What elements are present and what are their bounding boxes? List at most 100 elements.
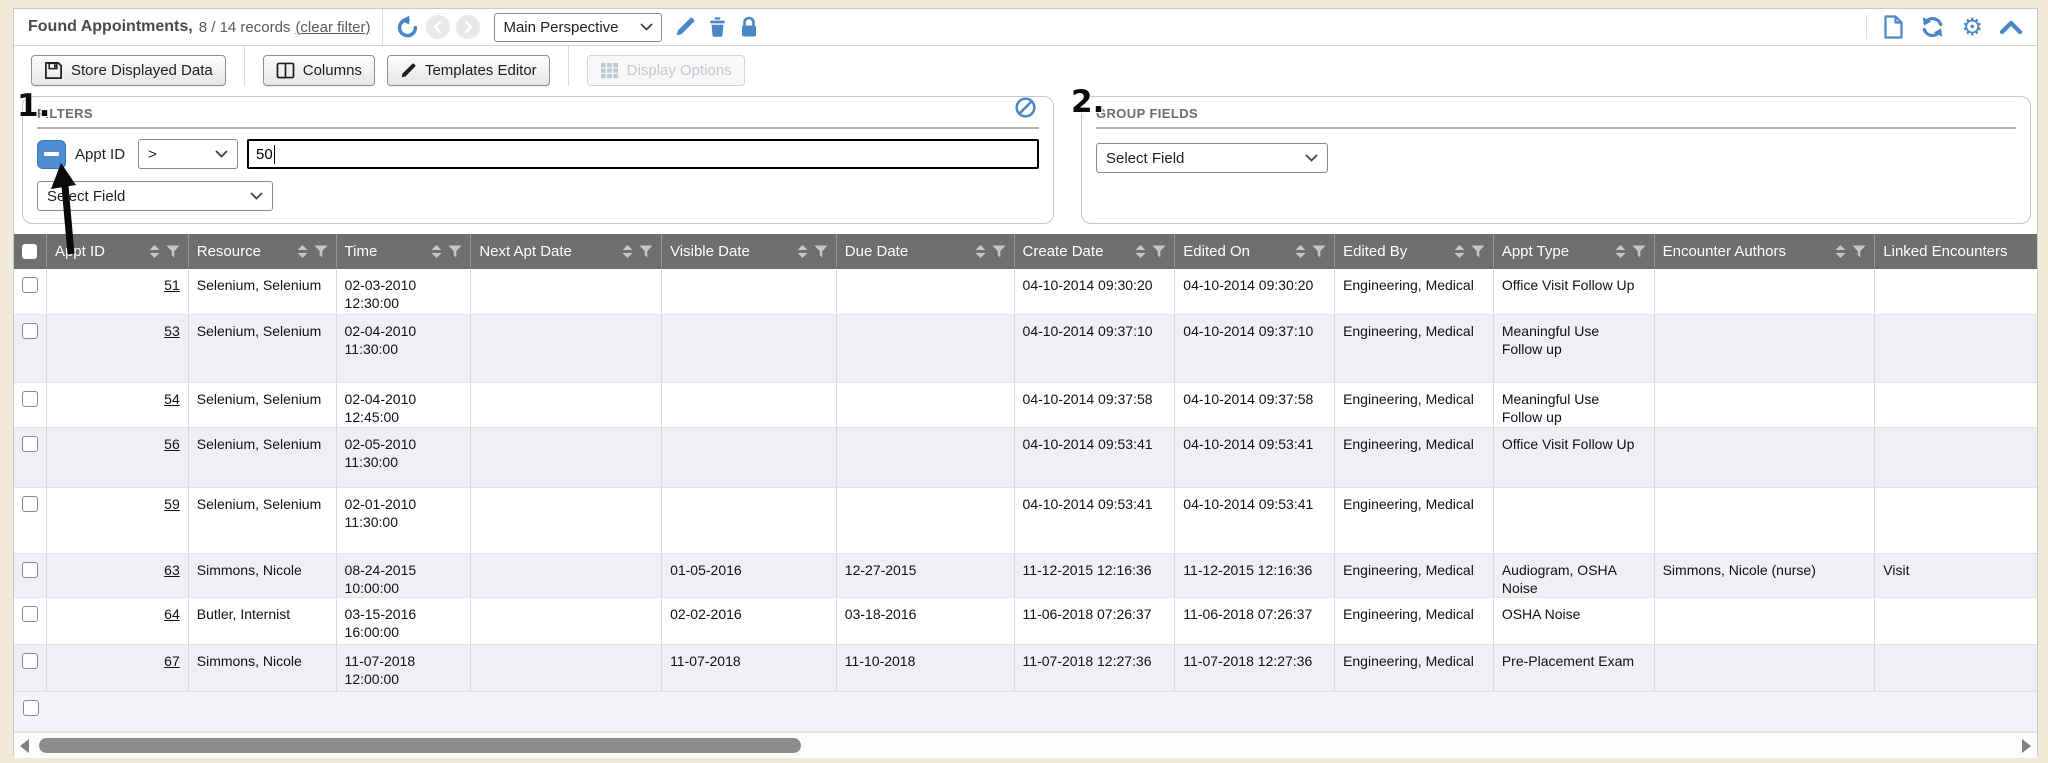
row-checkbox[interactable] [22,653,38,669]
clear-all-filters-icon[interactable] [1014,96,1037,124]
cell-appt_id: 63 [47,554,189,597]
scrollbar-thumb[interactable] [39,738,801,753]
appt-id-link[interactable]: 63 [164,562,180,578]
cell-next_apt_date [471,269,662,314]
cell-encounter_authors [1655,315,1876,382]
text-caret [274,145,275,164]
sort-icon[interactable] [1294,244,1307,259]
appt-id-link[interactable]: 51 [164,277,180,293]
group-field-select[interactable]: Select Field [1096,143,1328,173]
previous-perspective-icon[interactable] [426,15,450,39]
filters-panel-header: FILTERS [37,105,1039,129]
filter-funnel-icon[interactable] [1632,245,1646,258]
sort-icon[interactable] [296,244,309,259]
cell-resource: Selenium, Selenium [189,383,337,427]
filters-title: FILTERS [37,106,93,121]
perspective-select-value: Main Perspective [503,19,618,36]
perspective-select[interactable]: Main Perspective [494,13,662,42]
sort-icon[interactable] [1614,244,1627,259]
sort-icon[interactable] [1834,244,1847,259]
cell-appt_id: 64 [47,598,189,644]
appt-id-link[interactable]: 56 [164,436,180,452]
lock-icon[interactable] [739,16,759,38]
filter-funnel-icon[interactable] [448,245,462,258]
gear-icon[interactable]: ⚙ [1961,15,1983,39]
column-header-next_apt_date[interactable]: Next Apt Date [471,234,662,269]
cell-next_apt_date [471,428,662,487]
clear-filter-link[interactable]: (clear filter) [295,19,370,36]
sort-icon[interactable] [148,244,161,259]
column-header-appt_type[interactable]: Appt Type [1494,234,1655,269]
cell-edited_on: 04-10-2014 09:53:41 [1175,428,1335,487]
new-document-icon[interactable] [1883,15,1904,39]
filter-funnel-icon[interactable] [1852,245,1866,258]
filter-value-input[interactable]: 50 [247,139,1039,169]
table-header-row: Appt IDResourceTimeNext Apt DateVisible … [14,234,2037,269]
filter-funnel-icon[interactable] [814,245,828,258]
cell-create_date: 04-10-2014 09:37:58 [1015,383,1176,427]
cell-visible_date [662,269,837,314]
filter-funnel-icon[interactable] [1471,245,1485,258]
filter-funnel-icon[interactable] [992,245,1006,258]
column-header-encounter_authors[interactable]: Encounter Authors [1655,234,1876,269]
remove-filter-button[interactable] [37,140,66,169]
cell-next_apt_date [471,554,662,597]
sort-icon[interactable] [974,244,987,259]
filter-operator-select[interactable]: > [138,139,238,169]
appt-id-link[interactable]: 64 [164,606,180,622]
row-checkbox[interactable] [22,323,38,339]
add-filter-field-select[interactable]: Select Field [37,181,273,211]
templates-editor-button[interactable]: Templates Editor [387,55,550,86]
column-header-edited_on[interactable]: Edited On [1175,234,1335,269]
filter-funnel-icon[interactable] [639,245,653,258]
filter-funnel-icon[interactable] [314,245,328,258]
group-fields-header: GROUP FIELDS [1096,105,2016,129]
cell-encounter_authors [1655,645,1876,691]
appt-id-link[interactable]: 54 [164,391,180,407]
save-icon [44,61,63,80]
column-header-appt_id[interactable]: Appt ID [47,234,189,269]
scroll-right-arrow[interactable] [2022,739,2031,753]
filter-funnel-icon[interactable] [1152,245,1166,258]
cell-time: 02-01-2010 11:30:00 [337,488,472,553]
appt-id-link[interactable]: 53 [164,323,180,339]
row-checkbox[interactable] [22,562,38,578]
filter-funnel-icon[interactable] [166,245,180,258]
collapse-chevron-up-icon[interactable] [1999,19,2023,35]
sort-icon[interactable] [430,244,443,259]
column-header-resource[interactable]: Resource [189,234,337,269]
next-perspective-icon[interactable] [456,15,480,39]
row-checkbox[interactable] [23,700,39,716]
cell-encounter_authors [1655,269,1876,314]
filter-funnel-icon[interactable] [1312,245,1326,258]
column-header-linked_encounters[interactable]: Linked Encounters [1875,234,2037,269]
row-checkbox[interactable] [22,391,38,407]
cell-visible_date: 02-02-2016 [662,598,837,644]
sort-icon[interactable] [1453,244,1466,259]
column-header-create_date[interactable]: Create Date [1015,234,1176,269]
store-displayed-data-button[interactable]: Store Displayed Data [31,55,226,86]
delete-perspective-icon[interactable] [707,16,728,38]
table-row: 67Simmons, Nicole11-07-2018 12:00:0011-0… [14,645,2037,692]
refresh-icon[interactable] [1920,15,1945,39]
edit-perspective-icon[interactable] [674,16,696,38]
scroll-left-arrow[interactable] [20,739,29,753]
select-all-checkbox[interactable] [22,244,37,259]
column-header-time[interactable]: Time [337,234,472,269]
row-checkbox[interactable] [22,606,38,622]
sort-icon[interactable] [796,244,809,259]
columns-button[interactable]: Columns [263,55,375,86]
sort-icon[interactable] [621,244,634,259]
column-header-due_date[interactable]: Due Date [837,234,1015,269]
column-header-edited_by[interactable]: Edited By [1335,234,1494,269]
row-checkbox[interactable] [22,436,38,452]
cell-encounter_authors [1655,598,1876,644]
column-header-visible_date[interactable]: Visible Date [662,234,837,269]
appt-id-link[interactable]: 59 [164,496,180,512]
row-checkbox[interactable] [22,496,38,512]
cell-linked_encounters [1875,383,2037,427]
undo-icon[interactable] [395,15,420,40]
row-checkbox[interactable] [22,277,38,293]
appt-id-link[interactable]: 67 [164,653,180,669]
sort-icon[interactable] [1134,244,1147,259]
